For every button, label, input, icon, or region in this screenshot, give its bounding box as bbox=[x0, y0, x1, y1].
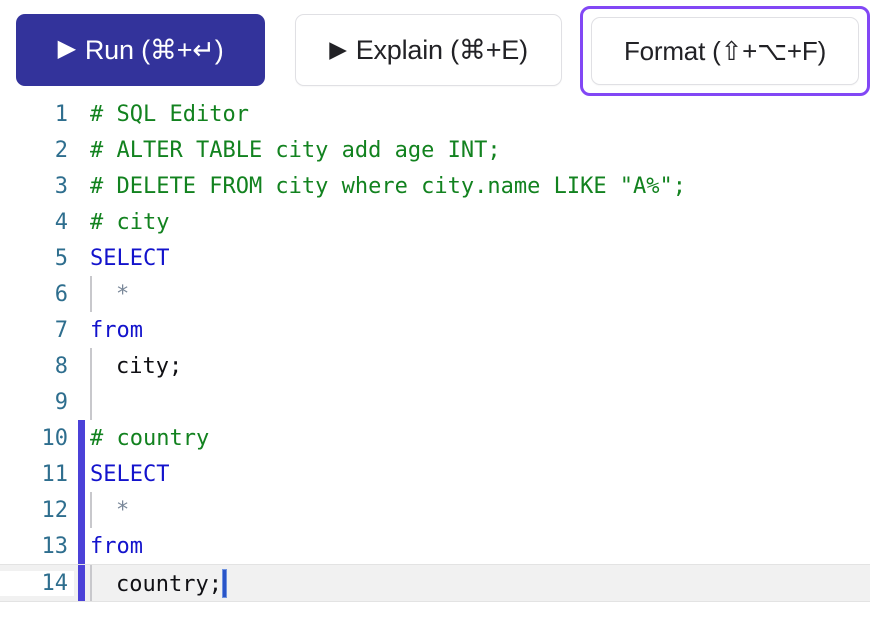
code-text: # city bbox=[74, 210, 169, 235]
code-text: * bbox=[74, 498, 129, 523]
code-line[interactable]: 1 # SQL Editor bbox=[0, 96, 870, 132]
code-line[interactable]: 11 SELECT bbox=[0, 456, 870, 492]
token-comment: # DELETE FROM city where city.name LIKE … bbox=[90, 173, 687, 199]
token-keyword: SELECT bbox=[90, 461, 170, 487]
code-text: SELECT bbox=[74, 246, 169, 271]
token-comment: # country bbox=[90, 425, 210, 451]
line-number: 6 bbox=[54, 281, 68, 307]
code-line[interactable]: 7 from bbox=[0, 312, 870, 348]
indent-guide bbox=[90, 384, 92, 420]
explain-button-label: Explain (⌘+E) bbox=[355, 34, 528, 65]
code-text: # SQL Editor bbox=[74, 102, 249, 127]
line-number: 9 bbox=[54, 389, 68, 415]
token-comment: # SQL Editor bbox=[90, 101, 249, 127]
line-number: 14 bbox=[0, 570, 74, 596]
code-text: * bbox=[74, 282, 129, 307]
code-text: from bbox=[74, 534, 143, 559]
token-operator: * bbox=[116, 281, 130, 307]
editor-toolbar: ▶ Run (⌘+↵) ▶ Explain (⌘+E) Format (⇧+⌥+… bbox=[0, 0, 870, 96]
code-line[interactable]: 12 * bbox=[0, 492, 870, 528]
code-line[interactable]: 13 from bbox=[0, 528, 870, 564]
line-number: 1 bbox=[54, 101, 68, 127]
play-icon: ▶ bbox=[329, 35, 347, 62]
line-number: 7 bbox=[54, 317, 68, 343]
line-number: 10 bbox=[41, 425, 69, 451]
line-number: 4 bbox=[54, 209, 68, 235]
run-button-label: Run (⌘+↵) bbox=[84, 34, 224, 65]
code-text: # DELETE FROM city where city.name LIKE … bbox=[74, 174, 686, 199]
format-button[interactable]: Format (⇧+⌥+F) bbox=[591, 17, 859, 85]
line-number: 5 bbox=[54, 245, 68, 271]
code-text: SELECT bbox=[74, 462, 169, 487]
explain-button[interactable]: ▶ Explain (⌘+E) bbox=[295, 14, 562, 86]
line-number: 3 bbox=[54, 173, 68, 199]
token-keyword: from bbox=[90, 533, 143, 559]
token-plain: country; bbox=[116, 571, 222, 597]
code-text: country; bbox=[74, 568, 227, 598]
line-number: 13 bbox=[41, 533, 69, 559]
token-plain: city; bbox=[116, 353, 183, 379]
code-line[interactable]: 3 # DELETE FROM city where city.name LIKE… bbox=[0, 168, 870, 204]
code-line[interactable]: 14 country; bbox=[0, 564, 870, 602]
code-line[interactable]: 10 # country bbox=[0, 420, 870, 456]
play-icon: ▶ bbox=[57, 35, 76, 62]
line-number: 8 bbox=[54, 353, 68, 379]
token-comment: # city bbox=[90, 209, 170, 235]
token-keyword: SELECT bbox=[90, 245, 170, 271]
code-line[interactable]: 9 bbox=[0, 384, 870, 420]
token-operator: * bbox=[116, 497, 130, 523]
sql-code-editor[interactable]: 1 # SQL Editor 2 # ALTER TABLE city add age… bbox=[0, 96, 870, 618]
line-number: 11 bbox=[41, 461, 69, 487]
format-button-focus-ring: Format (⇧+⌥+F) bbox=[580, 6, 870, 96]
code-line[interactable]: 4 # city bbox=[0, 204, 870, 240]
code-text: # ALTER TABLE city add age INT; bbox=[74, 138, 501, 163]
code-line[interactable]: 8 city; bbox=[0, 348, 870, 384]
token-comment: # ALTER TABLE city add age INT; bbox=[90, 137, 501, 163]
run-button[interactable]: ▶ Run (⌘+↵) bbox=[16, 14, 266, 86]
line-number: 2 bbox=[54, 137, 68, 163]
code-line[interactable]: 2 # ALTER TABLE city add age INT; bbox=[0, 132, 870, 168]
token-keyword: from bbox=[90, 317, 143, 343]
code-text: from bbox=[74, 318, 143, 343]
code-line[interactable]: 6 * bbox=[0, 276, 870, 312]
code-line[interactable]: 5 SELECT bbox=[0, 240, 870, 276]
line-number: 12 bbox=[41, 497, 69, 523]
code-text: city; bbox=[74, 354, 182, 379]
format-button-label: Format (⇧+⌥+F) bbox=[623, 35, 827, 66]
code-text: # country bbox=[74, 426, 209, 451]
text-caret bbox=[221, 568, 227, 598]
